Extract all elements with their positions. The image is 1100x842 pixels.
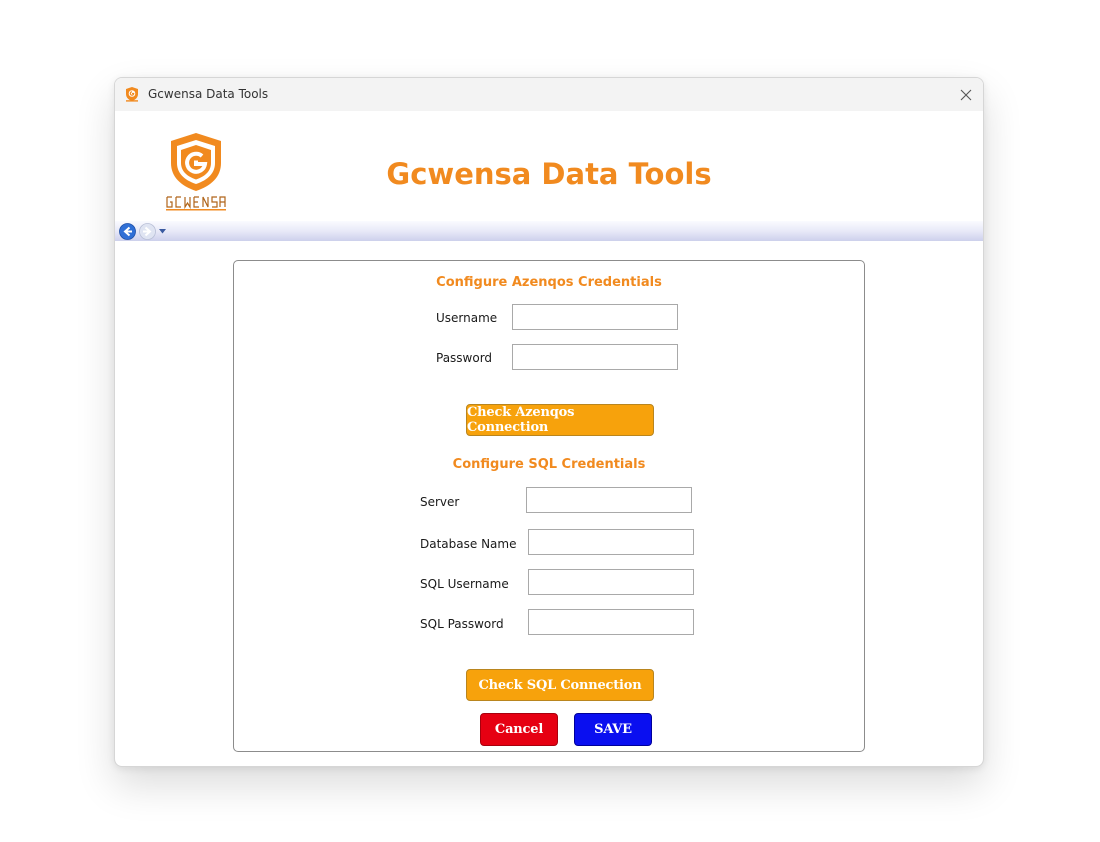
app-title: Gcwensa Data Tools <box>386 157 712 191</box>
sql-server-input[interactable] <box>526 487 692 513</box>
sql-section-title: Configure SQL Credentials <box>452 457 646 472</box>
sql-server-label: Server <box>420 495 460 509</box>
sql-username-label: SQL Username <box>420 577 509 591</box>
back-arrow-icon[interactable] <box>119 223 136 240</box>
close-button[interactable] <box>949 78 983 111</box>
sql-password-label: SQL Password <box>420 617 504 631</box>
check-azenqos-connection-button[interactable]: Check Azenqos Connection <box>466 404 654 436</box>
app-window: Gcwensa Data Tools Gcwensa Data Tools Co… <box>114 77 984 767</box>
save-button[interactable]: SAVE <box>574 713 652 746</box>
database-name-label: Database Name <box>420 537 517 551</box>
close-icon <box>960 89 972 100</box>
check-sql-connection-button[interactable]: Check SQL Connection <box>466 669 654 701</box>
azenqos-password-input[interactable] <box>512 344 678 370</box>
azenqos-password-label: Password <box>436 351 493 365</box>
cancel-button[interactable]: Cancel <box>480 713 558 746</box>
azenqos-username-input[interactable] <box>512 304 678 330</box>
title-bar[interactable]: Gcwensa Data Tools <box>115 78 983 111</box>
app-logo-icon <box>126 87 138 102</box>
azenqos-username-label: Username <box>436 311 498 325</box>
dropdown-arrow-icon[interactable] <box>159 229 166 234</box>
navigation-bar <box>115 221 983 241</box>
database-name-input[interactable] <box>528 529 694 555</box>
credentials-panel: Configure Azenqos Credentials Username P… <box>233 260 865 752</box>
azenqos-section-title: Configure Azenqos Credentials <box>436 275 662 290</box>
app-header: Gcwensa Data Tools <box>115 111 983 221</box>
forward-arrow-icon[interactable] <box>139 223 156 240</box>
window-title: Gcwensa Data Tools <box>148 87 269 101</box>
sql-password-input[interactable] <box>528 609 694 635</box>
sql-username-input[interactable] <box>528 569 694 595</box>
